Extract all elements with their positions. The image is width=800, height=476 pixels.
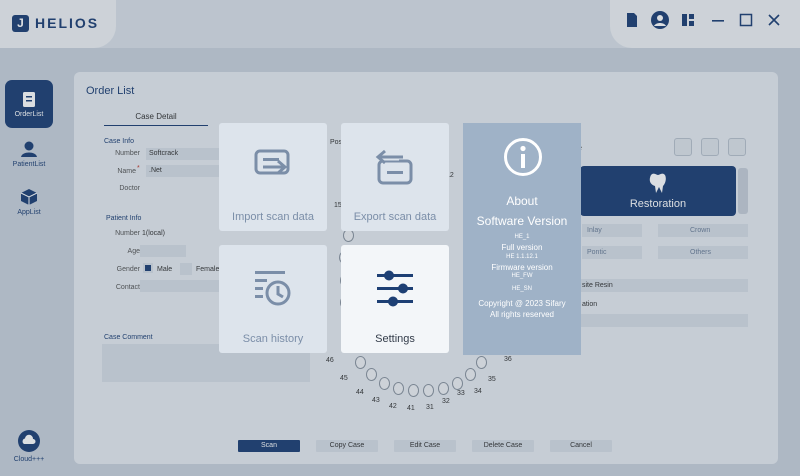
full-version-value: HE 1.1.12.1 <box>506 254 538 260</box>
import-label: Import scan data <box>232 211 314 223</box>
rights-text: All rights reserved <box>489 310 555 319</box>
sliders-icon <box>377 270 413 307</box>
software-version-value: HE_1 <box>514 234 530 240</box>
full-version-label: Full version <box>501 243 543 252</box>
modal-backdrop[interactable] <box>0 0 800 476</box>
info-icon <box>504 138 542 176</box>
settings-label: Settings <box>375 333 415 345</box>
history-icon <box>255 271 291 306</box>
about-title: About <box>506 194 538 208</box>
export-label: Export scan data <box>353 211 437 223</box>
import-scan-data-button[interactable]: Import scan data <box>219 123 327 231</box>
copyright-text: Copyright @ 2023 Sifary <box>478 299 566 308</box>
scan-history-button[interactable]: Scan history <box>219 245 327 353</box>
about-panel[interactable]: About Software Version HE_1 Full version… <box>463 123 581 355</box>
software-version-label: Software Version <box>476 214 568 228</box>
import-icon <box>254 149 290 175</box>
history-label: Scan history <box>242 333 304 345</box>
export-icon <box>375 149 413 185</box>
firmware-version-label: Firmware version <box>491 263 553 272</box>
export-scan-data-button[interactable]: Export scan data <box>341 123 449 231</box>
settings-button[interactable]: Settings <box>341 245 449 353</box>
serial-number-value: HE_SN <box>511 286 532 292</box>
firmware-version-value: HE_FW <box>511 273 533 279</box>
